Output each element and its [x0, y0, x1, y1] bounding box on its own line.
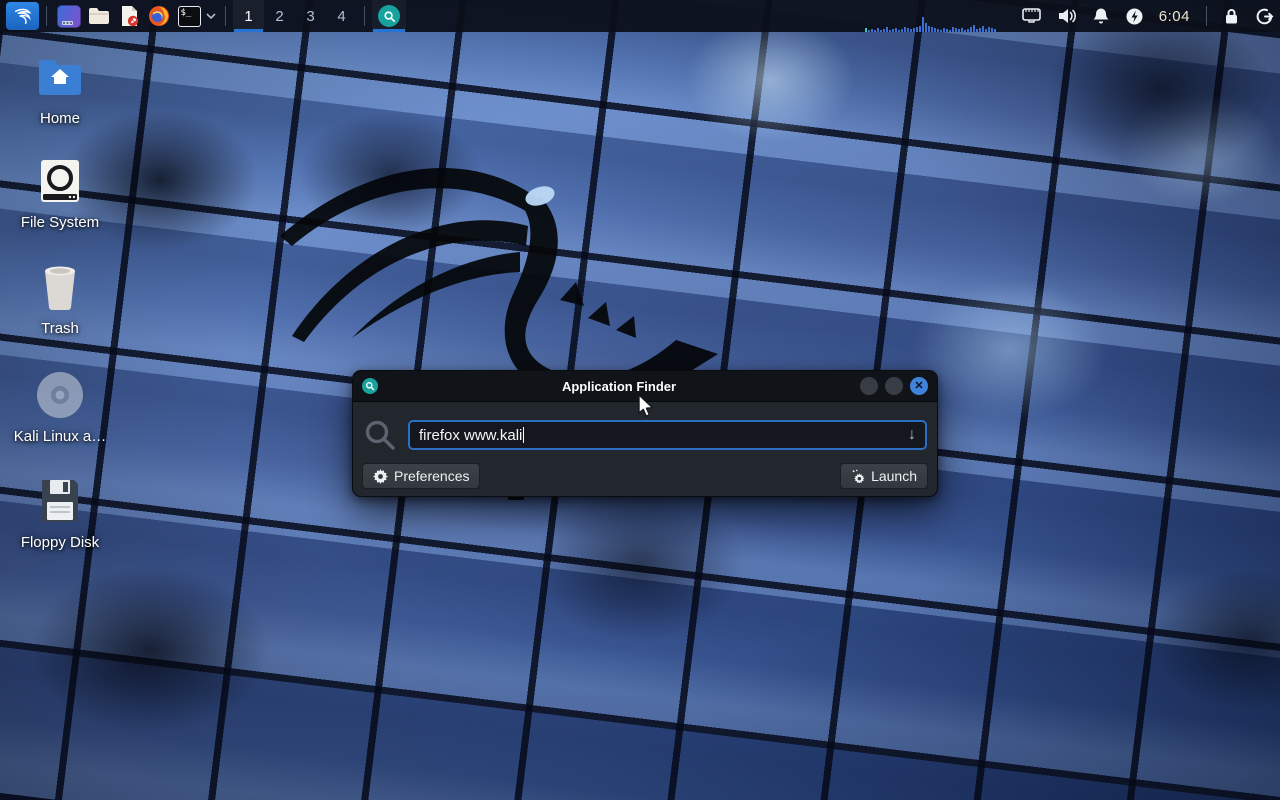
- application-finder-icon: [378, 5, 400, 27]
- panel-separator: [364, 6, 365, 26]
- volume-icon[interactable]: [1057, 7, 1077, 25]
- optical-disc-icon: [36, 371, 84, 419]
- search-input[interactable]: firefox www.kali ↓: [408, 420, 927, 450]
- clock[interactable]: 6:04: [1159, 8, 1190, 25]
- panel-separator: [46, 6, 47, 26]
- cpu-graph[interactable]: [865, 0, 1007, 32]
- file-manager-launcher[interactable]: [84, 1, 114, 31]
- logout-icon[interactable]: [1255, 7, 1274, 26]
- maximize-button[interactable]: [885, 377, 903, 395]
- firefox-launcher[interactable]: [144, 1, 174, 31]
- window-icon: [362, 378, 378, 394]
- workspace-button-4[interactable]: 4: [326, 0, 357, 32]
- preferences-label: Preferences: [394, 468, 469, 484]
- gear-icon: [373, 469, 388, 484]
- desktop-item-label: Trash: [0, 320, 120, 337]
- minimize-button[interactable]: [860, 377, 878, 395]
- text-editor-launcher[interactable]: [114, 1, 144, 31]
- desktop-item-label: File System: [0, 214, 120, 231]
- window-title: Application Finder: [378, 379, 860, 394]
- dropdown-arrow-icon[interactable]: ↓: [908, 426, 916, 444]
- text-caret: [523, 427, 524, 443]
- desktop-item-kali-cd[interactable]: Kali Linux a…: [0, 371, 120, 445]
- desktop-item-label: Kali Linux a…: [0, 428, 120, 445]
- launch-button[interactable]: Launch: [840, 463, 928, 489]
- taskbar-application-finder[interactable]: [372, 0, 406, 32]
- terminal-launcher[interactable]: $_: [174, 1, 204, 31]
- desktop-item-file-system[interactable]: File System: [0, 157, 120, 231]
- desktop-item-floppy[interactable]: Floppy Disk: [0, 477, 120, 551]
- system-tray: 6:04: [1021, 6, 1274, 26]
- workspace-button-2[interactable]: 2: [264, 0, 295, 32]
- desktop-screen: $_ 1 2 3 4: [0, 0, 1280, 800]
- workspace-button-3[interactable]: 3: [295, 0, 326, 32]
- folder-icon: [87, 4, 111, 28]
- desktop-item-label: Home: [0, 110, 120, 127]
- close-button[interactable]: ✕: [910, 377, 928, 395]
- launcher-chevron-down-icon[interactable]: [204, 1, 218, 31]
- text-editor-icon: [117, 4, 141, 28]
- desktop-item-home[interactable]: Home: [0, 53, 120, 127]
- hard-drive-icon: [36, 157, 84, 205]
- top-panel: $_ 1 2 3 4: [0, 0, 1280, 32]
- preferences-button[interactable]: Preferences: [362, 463, 480, 489]
- launch-label: Launch: [871, 468, 917, 484]
- launch-gear-icon: [851, 469, 865, 483]
- application-finder-window: Application Finder ✕ firefox www.kali ↓: [352, 370, 938, 497]
- search-icon: [363, 418, 397, 452]
- network-icon[interactable]: [1021, 7, 1042, 25]
- trash-icon: [36, 263, 84, 311]
- panel-separator: [225, 6, 226, 26]
- search-input-value: firefox www.kali: [419, 427, 522, 444]
- desktop-item-label: Floppy Disk: [0, 534, 120, 551]
- lock-screen-icon[interactable]: [1223, 7, 1240, 25]
- kali-logo-icon: [12, 5, 34, 27]
- panel-separator: [1206, 6, 1207, 26]
- workspace-button-1[interactable]: 1: [233, 0, 264, 32]
- firefox-icon: [147, 4, 171, 28]
- close-icon: ✕: [914, 381, 923, 392]
- desktop-icon: [57, 5, 81, 28]
- floppy-disk-icon: [36, 477, 84, 525]
- terminal-icon: $_: [178, 6, 201, 27]
- power-manager-icon[interactable]: [1125, 7, 1144, 26]
- notifications-bell-icon[interactable]: [1092, 7, 1110, 25]
- home-folder-icon: [36, 53, 84, 101]
- applications-menu-button[interactable]: [6, 2, 39, 30]
- titlebar[interactable]: Application Finder ✕: [353, 371, 937, 402]
- desktop-item-trash[interactable]: Trash: [0, 263, 120, 337]
- desktop-settings-launcher[interactable]: [54, 1, 84, 31]
